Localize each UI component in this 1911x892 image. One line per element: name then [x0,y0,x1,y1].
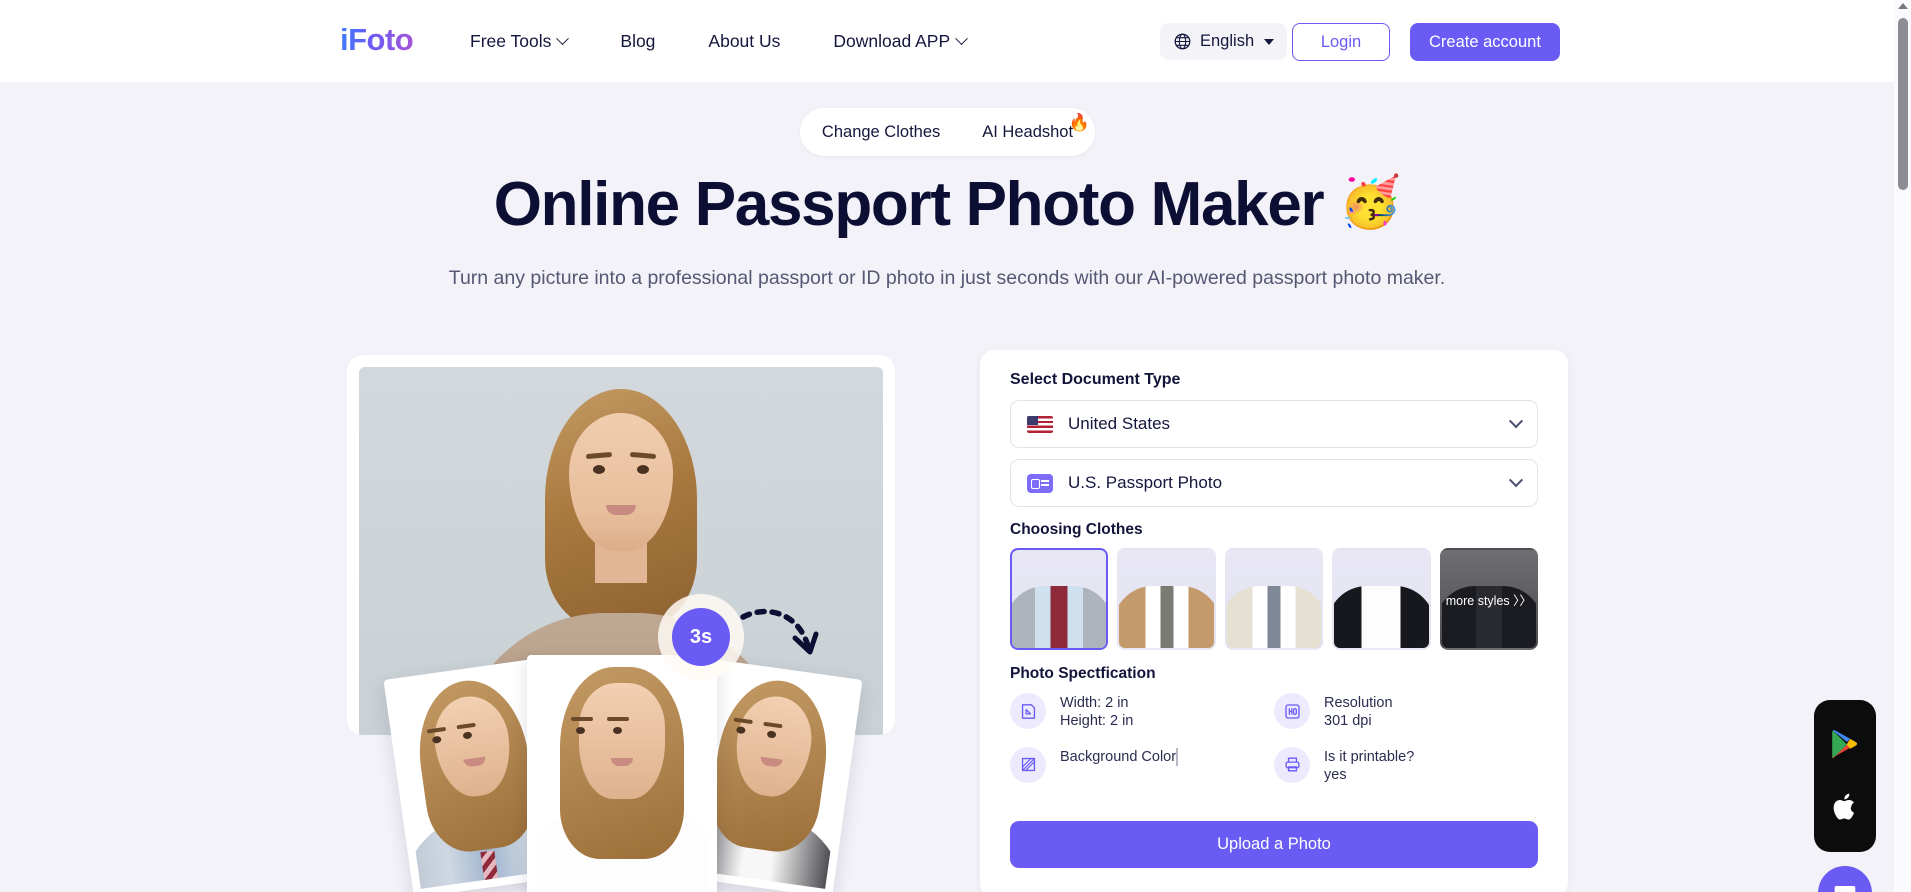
result-brow-right [607,717,629,721]
us-flag-icon [1027,415,1053,433]
choosing-clothes-label: Choosing Clothes [1010,521,1143,538]
result-eye-right [613,727,622,734]
vertical-scrollbar[interactable] [1894,0,1911,892]
party-face-icon: 🥳 [1339,174,1401,230]
tab-label: Change Clothes [821,122,941,141]
more-styles-button[interactable]: more styles 〉〉 [1439,548,1539,650]
chat-widget-button[interactable] [1818,866,1872,892]
spec-line-1: Is it printable? [1324,748,1415,765]
hq-icon [1274,693,1310,729]
spec-line-1: Background Color [1060,748,1177,765]
chevron-down-icon [556,31,570,45]
chevron-down-icon [1508,473,1524,488]
globe-icon [1174,33,1191,50]
tab-ai-headshot[interactable]: AI Headshot 🔥 [982,113,1090,142]
app-download-dock[interactable] [1814,700,1876,852]
id-card-icon [1027,473,1053,493]
site-header: iFoto Free Tools Blog About Us Download … [0,0,1894,82]
spec-dimensions: Width: 2 in Height: 2 in [1010,693,1274,731]
nav-label: Blog [620,30,656,51]
nav-label: Download APP [833,30,951,51]
fire-icon: 🔥 [1068,112,1091,132]
clothes-option-black-suit[interactable] [1332,548,1431,650]
chevron-down-icon [1508,414,1524,429]
clothes-thumb [1334,586,1429,648]
tab-change-clothes[interactable]: Change Clothes [822,123,940,142]
language-selector[interactable]: English [1160,23,1288,60]
portrait-eye-left [593,465,605,474]
more-styles-label: more styles 〉〉 [1445,593,1532,608]
mode-tabs: Change Clothes AI Headshot 🔥 [800,108,1095,156]
chat-icon [1834,885,1856,892]
spec-line-1: Resolution [1324,695,1393,711]
document-select[interactable]: U.S. Passport Photo [1010,459,1538,507]
clothes-option-grey-suit[interactable] [1010,548,1109,650]
portrait-face [569,413,673,551]
country-value: United States [1068,414,1171,433]
upload-photo-button[interactable]: Upload a Photo [1010,821,1538,868]
login-button[interactable]: Login [1292,23,1390,61]
clothes-picker: more styles 〉〉 [1010,548,1539,650]
chevron-down-icon [955,31,969,45]
clothes-thumb [1119,586,1214,648]
result-face [579,683,665,799]
result-photo-center [527,655,717,892]
spec-background-color: Background Color [1010,746,1274,785]
result-photo-content [535,663,709,887]
spec-resolution: Resolution 301 dpi [1274,693,1538,731]
tab-label: AI Headshot [982,122,1074,141]
speed-badge: 3s [672,608,730,666]
clothes-option-argyle-sweater[interactable] [1117,548,1216,650]
scrollbar-thumb[interactable] [1897,18,1908,190]
scroll-up-arrow-icon[interactable] [1898,3,1908,9]
palette-icon [1010,746,1046,783]
nav-label: About Us [708,30,781,51]
photo-specification-label: Photo Spectfication [1010,665,1156,682]
config-panel: Select Document Type United States U.S. … [980,350,1568,892]
spec-line-2: 301 dpi [1324,713,1372,730]
document-value: U.S. Passport Photo [1068,473,1223,492]
spec-line-2: yes [1324,767,1347,784]
result-brow-left [571,717,593,721]
clothes-thumb [1012,586,1107,648]
clothes-thumb [1226,586,1322,648]
nav-item-free-tools[interactable]: Free Tools [470,30,570,52]
portrait-eye-right [637,465,649,474]
clothes-option-cream-suit[interactable] [1224,548,1324,650]
apple-icon[interactable] [1832,791,1859,823]
spec-text: Background Color [1060,747,1179,766]
language-label: English [1200,32,1255,50]
google-play-icon[interactable] [1830,729,1860,761]
photo-specification-list: Width: 2 in Height: 2 in Resolution 301 … [1010,693,1538,785]
striped-tie [480,850,501,889]
country-select[interactable]: United States [1010,400,1538,448]
nav-label: Free Tools [470,30,552,51]
printer-icon [1274,746,1310,783]
nav-item-download-app[interactable]: Download APP [833,30,969,52]
page-title-text: Online Passport Photo Maker [493,170,1325,239]
spec-line-1: Width: 2 in [1060,695,1129,711]
ifoto-logo[interactable]: iFoto [340,22,414,58]
spec-printable: Is it printable? yes [1274,746,1538,785]
create-account-button[interactable]: Create account [1410,23,1560,61]
curved-arrow-icon [740,608,819,655]
spec-text: Is it printable? yes [1324,747,1414,785]
nav-item-about-us[interactable]: About Us [708,31,780,52]
resize-icon [1010,693,1046,729]
caret-down-icon [1264,38,1275,45]
result-eye-left [576,727,585,734]
app-page: iFoto Free Tools Blog About Us Download … [0,0,1911,892]
spec-text: Width: 2 in Height: 2 in [1060,693,1133,731]
document-type-label: Select Document Type [1010,371,1181,388]
spec-line-2: Height: 2 in [1060,713,1134,730]
page-subtitle: Turn any picture into a professional pas… [448,267,1446,289]
background-color-swatch[interactable] [1176,747,1179,766]
page-title: Online Passport Photo Maker 🥳 [0,170,1894,239]
main-nav: Free Tools Blog About Us Download APP [470,0,969,82]
nav-item-blog[interactable]: Blog [620,31,655,52]
spec-text: Resolution 301 dpi [1324,693,1393,731]
